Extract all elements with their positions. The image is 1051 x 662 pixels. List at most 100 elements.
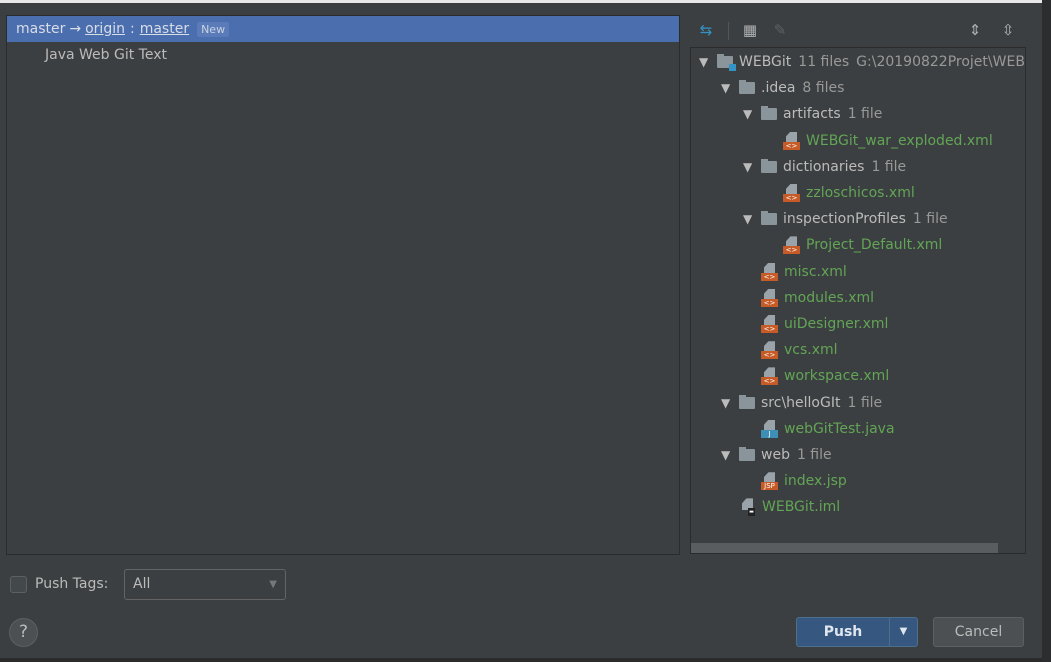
new-badge: New <box>197 21 230 37</box>
folder-icon <box>739 394 755 409</box>
remote-branch-link[interactable]: master <box>140 21 189 37</box>
tree-node[interactable]: <> misc.xml <box>761 259 847 285</box>
tree-node[interactable]: JwebGitTest.java <box>761 416 895 442</box>
tree-node[interactable]: ▬ WEBGit.iml <box>739 494 840 520</box>
module-folder-icon <box>717 54 736 71</box>
toolbar-divider <box>728 22 729 40</box>
file-count: 8 files <box>802 80 845 97</box>
xml-file-icon: <> <box>761 262 779 282</box>
tree-node[interactable]: <> vcs.xml <box>761 337 838 363</box>
jsp-file-icon: JSP <box>761 471 779 491</box>
commit-item[interactable]: Java Web Git Text <box>7 42 679 68</box>
module-path: G:\20190822Projet\WEBGit <box>856 54 1025 70</box>
commits-panel: master → origin : master New Java Web Gi… <box>6 15 680 555</box>
folder-icon <box>761 211 777 226</box>
expand-arrow-icon[interactable]: ▼ <box>721 81 730 95</box>
tree-node-label: WEBGit <box>739 54 792 70</box>
push-tags-checkbox[interactable] <box>10 576 27 593</box>
local-branch: master <box>16 21 66 37</box>
cancel-button[interactable]: Cancel <box>933 617 1024 647</box>
push-options-dropdown-icon[interactable]: ▼ <box>890 618 917 646</box>
expand-arrow-icon[interactable]: ▼ <box>743 212 752 226</box>
file-count: 1 file <box>796 447 832 463</box>
folder-icon <box>761 158 777 173</box>
arrow-icon: → <box>69 21 82 37</box>
tree-node[interactable]: ▼ WEBGit 11 files G:\20190822Projet\WEBGit <box>699 49 1025 75</box>
tree-node[interactable]: ▼ src\helloGIt 1 file <box>721 390 883 416</box>
tree-node[interactable]: ▼ .idea 8 files <box>721 75 845 101</box>
tree-toolbar: ⇆ ▦ ✎ ⇕ ⇳ <box>690 16 1026 44</box>
push-tags-label: Push Tags: <box>35 576 109 592</box>
file-count: 11 files <box>798 54 850 70</box>
show-diff-icon[interactable]: ⇆ <box>696 20 716 40</box>
tree-node-label: index.jsp <box>784 473 847 490</box>
tree-node-label: zzloschicos.xml <box>806 185 915 201</box>
expand-arrow-icon[interactable]: ▼ <box>721 396 730 410</box>
tree-node-label: web <box>761 447 790 463</box>
iml-file-icon: ▬ <box>739 497 757 517</box>
chevron-down-icon: ▼ <box>269 579 277 590</box>
xml-file-icon: <> <box>783 131 801 151</box>
tree-node[interactable]: <> workspace.xml <box>761 363 889 389</box>
tree-node[interactable]: ▼ dictionaries 1 file <box>743 154 907 180</box>
separator: : <box>129 21 135 37</box>
window-bottom-edge <box>0 658 1042 662</box>
tree-node-label: workspace.xml <box>784 368 890 385</box>
tree-node-label: WEBGit_war_exploded.xml <box>806 132 993 149</box>
tree-node-label: misc.xml <box>784 263 847 280</box>
tree-node[interactable]: <> Project_Default.xml <box>783 232 942 258</box>
tree-node[interactable]: ▼ inspectionProfiles 1 file <box>743 206 948 232</box>
edit-icon[interactable]: ✎ <box>770 20 790 40</box>
branch-row[interactable]: master → origin : master New <box>7 16 679 42</box>
tree-node-label: modules.xml <box>784 289 875 306</box>
tree-node-label: inspectionProfiles <box>783 211 906 228</box>
tree-node-label: Project_Default.xml <box>806 237 943 254</box>
help-button[interactable]: ? <box>9 618 38 647</box>
collapse-all-icon[interactable]: ⇳ <box>998 20 1018 40</box>
java-file-icon: J <box>761 419 779 439</box>
tree-node-label: src\helloGIt <box>761 394 841 411</box>
background-window <box>1042 0 1051 662</box>
folder-icon <box>739 80 755 95</box>
expand-arrow-icon[interactable]: ▼ <box>743 160 752 174</box>
tree-node-label: webGitTest.java <box>784 420 895 437</box>
tree-node-label: uiDesigner.xml <box>784 316 889 332</box>
file-count: 1 file <box>912 211 948 228</box>
tree-node[interactable]: <> WEBGit_war_exploded.xml <box>783 128 993 154</box>
tree-node[interactable]: ▼ artifacts 1 file <box>743 101 883 127</box>
tree-node[interactable]: <> modules.xml <box>761 285 874 311</box>
expand-arrow-icon[interactable]: ▼ <box>699 55 708 69</box>
group-by-icon[interactable]: ▦ <box>740 20 760 40</box>
folder-icon <box>739 447 755 461</box>
xml-file-icon: <> <box>783 235 801 255</box>
tree-node-label: WEBGit.iml <box>762 499 841 516</box>
window-top-edge <box>0 0 1042 3</box>
expand-arrow-icon[interactable]: ▼ <box>721 448 730 462</box>
folder-icon <box>761 106 777 121</box>
file-count: 1 file <box>871 158 907 175</box>
changes-tree: ▬ WEBGit.iml JSP index.jsp ▼ web 1 file JwebGit… <box>690 47 1026 554</box>
tree-node[interactable]: <> zzloschicos.xml <box>783 180 915 206</box>
xml-file-icon: <> <box>761 314 779 334</box>
push-button-label[interactable]: Push <box>797 618 890 646</box>
file-count: 1 file <box>847 106 883 123</box>
file-count: 1 file <box>847 394 883 411</box>
push-button[interactable]: Push ▼ <box>796 617 918 647</box>
remote-link[interactable]: origin <box>85 21 125 37</box>
tree-node-label: artifacts <box>783 106 841 123</box>
expand-all-icon[interactable]: ⇕ <box>965 20 985 40</box>
push-tags-value: All <box>133 576 151 592</box>
tree-node[interactable]: JSP index.jsp <box>761 468 847 494</box>
xml-file-icon: <> <box>761 366 779 386</box>
tree-node-label: dictionaries <box>783 158 865 175</box>
tree-node-label: .idea <box>761 80 796 97</box>
tree-node[interactable]: ▼ web 1 file <box>721 442 832 468</box>
tree-node[interactable]: <> uiDesigner.xml <box>761 311 888 337</box>
push-tags-select[interactable]: All ▼ <box>124 569 286 600</box>
expand-arrow-icon[interactable]: ▼ <box>743 107 752 121</box>
xml-file-icon: <> <box>761 340 779 360</box>
xml-file-icon: <> <box>783 183 801 203</box>
tree-node-label: vcs.xml <box>784 342 838 359</box>
xml-file-icon: <> <box>761 288 779 308</box>
horizontal-scrollbar[interactable] <box>691 543 998 553</box>
